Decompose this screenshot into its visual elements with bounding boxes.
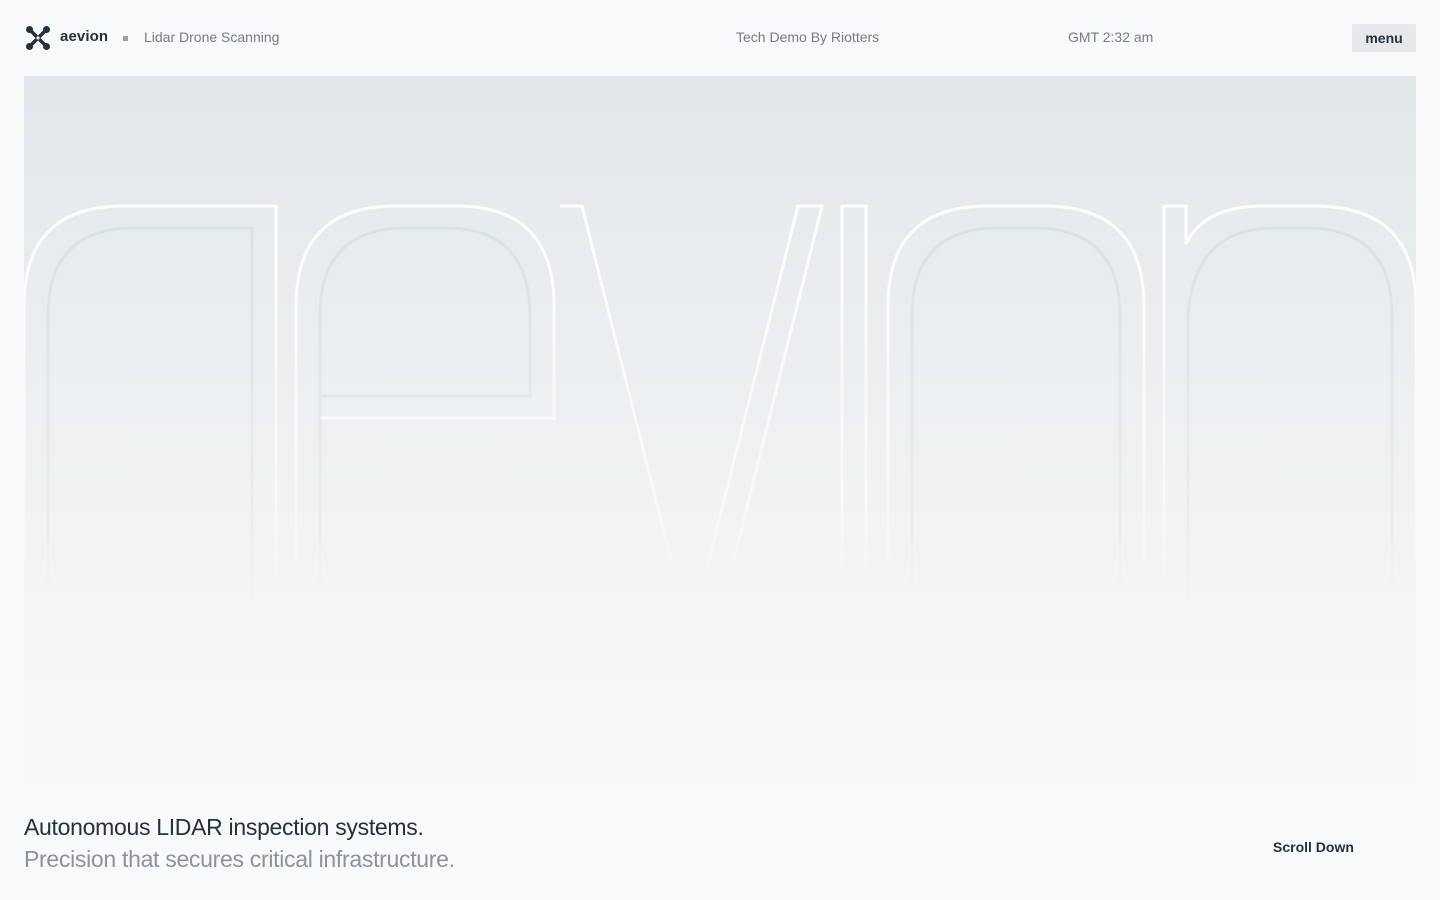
hero-headline: Autonomous LIDAR inspection systems. bbox=[24, 814, 424, 840]
wordmark-letter-n-inner bbox=[1186, 226, 1394, 736]
site-header: aevion Lidar Drone Scanning Tech Demo By… bbox=[0, 0, 1440, 76]
menu-button[interactable]: menu bbox=[1352, 24, 1416, 52]
gmt-clock: GMT 2:32 am bbox=[1068, 29, 1154, 45]
aevion-x-logo-icon[interactable] bbox=[25, 25, 51, 51]
landing-page: aevion Lidar Drone Scanning Tech Demo By… bbox=[0, 0, 1440, 900]
wordmark-letter-e-inner bbox=[318, 226, 532, 736]
wordmark-letter-n bbox=[1162, 204, 1416, 736]
aevion-wordmark-outline bbox=[24, 204, 1416, 737]
wordmark-letter-a bbox=[24, 204, 278, 736]
wordmark-letter-v bbox=[560, 204, 824, 737]
wordmark-letter-a-inner bbox=[46, 226, 254, 736]
wordmark-letter-i bbox=[840, 204, 868, 736]
brand-separator bbox=[123, 36, 128, 41]
wordmark-letter-e bbox=[294, 204, 556, 736]
hero-visual bbox=[24, 76, 1416, 800]
brand-name[interactable]: aevion bbox=[60, 28, 108, 45]
wordmark-letter-o bbox=[886, 204, 1146, 736]
wordmark-letters bbox=[24, 204, 1416, 737]
scroll-down-link[interactable]: Scroll Down bbox=[1273, 839, 1354, 855]
tech-demo-credit: Tech Demo By Riotters bbox=[736, 29, 880, 45]
hero-subheadline: Precision that secures critical infrastr… bbox=[24, 846, 455, 872]
wordmark-letter-o-inner bbox=[910, 226, 1122, 736]
site-tagline: Lidar Drone Scanning bbox=[144, 29, 280, 45]
